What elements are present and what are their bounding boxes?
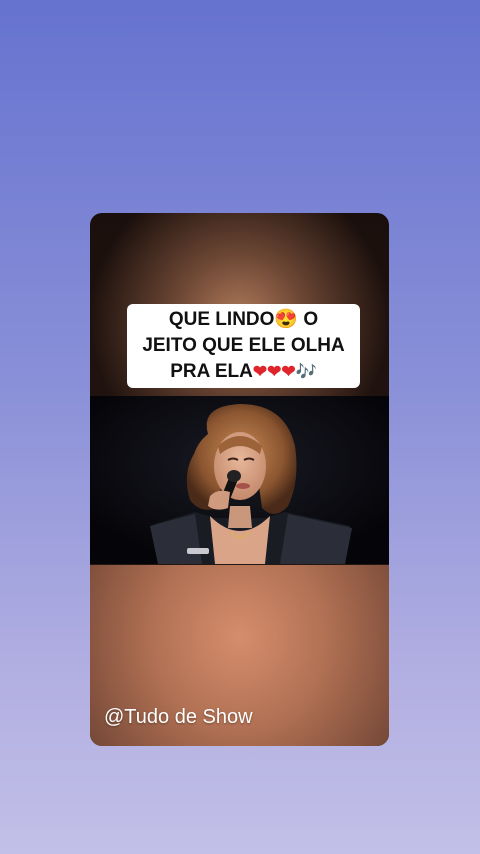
singer-with-microphone-icon — [90, 396, 389, 564]
music-notes-icon: 🎶 — [295, 361, 317, 381]
video-frame[interactable] — [90, 396, 389, 564]
watermark-handle: @Tudo de Show — [104, 706, 253, 728]
caption-line-2: JEITO QUE ELE OLHA — [142, 334, 345, 356]
caption-line-3-text: PRA ELA — [170, 361, 253, 382]
caption-line-3: PRA ELA❤❤❤🎶 — [170, 359, 317, 385]
caption-line-1: QUE LINDO😍 O — [168, 308, 319, 330]
caption-box: QUE LINDO😍 O JEITO QUE ELE OLHA PRA ELA❤… — [127, 304, 360, 388]
heart-icon: ❤❤❤ — [252, 361, 296, 381]
story-card[interactable]: QUE LINDO😍 O JEITO QUE ELE OLHA PRA ELA❤… — [90, 213, 389, 746]
